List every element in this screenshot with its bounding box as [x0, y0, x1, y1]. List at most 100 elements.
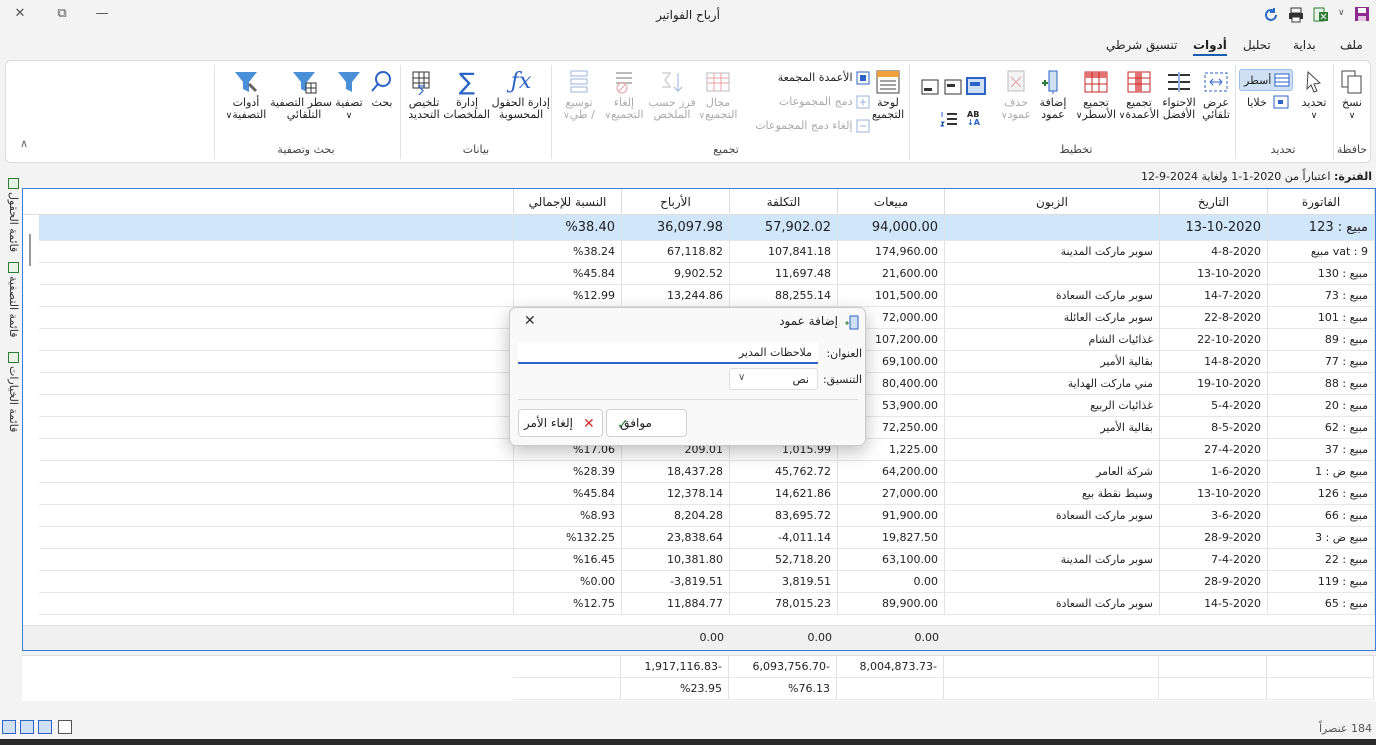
- cell-cost[interactable]: 88,255.14: [730, 285, 838, 307]
- cell-customer[interactable]: سوبر ماركت السعادة: [945, 593, 1160, 615]
- column-header-invoice[interactable]: الفاتورة: [1268, 189, 1375, 215]
- cell-date[interactable]: 13-10-2020: [1160, 483, 1268, 505]
- cell-invoice[interactable]: مبيع : 37: [1268, 439, 1375, 461]
- cell-cost[interactable]: -4,011.14: [730, 527, 838, 549]
- rows-mode-button[interactable]: أسطر: [1239, 69, 1293, 91]
- column-header-customer[interactable]: الزبون: [945, 189, 1160, 215]
- tab-file[interactable]: ملف: [1340, 38, 1363, 52]
- group-columns-button[interactable]: تجميع الأعمدة∨: [1118, 69, 1160, 122]
- cell-customer[interactable]: سوبر ماركت السعادة: [945, 505, 1160, 527]
- cancel-button[interactable]: ✕ إلغاء الأمر: [518, 409, 603, 437]
- group-rows-button[interactable]: تجميع الأسطر∨: [1075, 69, 1117, 122]
- cell-invoice[interactable]: vat : 9 مبيع: [1268, 241, 1375, 263]
- save-icon[interactable]: [1354, 6, 1370, 22]
- cell-sales[interactable]: 21,600.00: [838, 263, 945, 285]
- cell-sales[interactable]: 27,000.00: [838, 483, 945, 505]
- summarize-selection-button[interactable]: ∑ تلخيص التحديد: [404, 69, 444, 121]
- column-header-sales[interactable]: مبيعات: [838, 189, 945, 215]
- cell-sales[interactable]: 174,960.00: [838, 241, 945, 263]
- cells-mode-button[interactable]: خلايا: [1239, 93, 1293, 113]
- cell-profit[interactable]: 36,097.98: [622, 215, 730, 241]
- cell-customer[interactable]: سوبر ماركت المدينة: [945, 549, 1160, 571]
- cell-sales[interactable]: 91,900.00: [838, 505, 945, 527]
- cell-invoice[interactable]: مبيع : 101: [1268, 307, 1375, 329]
- cell-percent[interactable]: %28.39: [514, 461, 622, 483]
- cell-date[interactable]: 1-6-2020: [1160, 461, 1268, 483]
- manage-summaries-button[interactable]: ∑ إدارة الملخصات: [443, 69, 490, 121]
- layout-option-icon[interactable]: [944, 79, 962, 95]
- group-panel-button[interactable]: لوحة التجميع: [870, 69, 906, 121]
- cell-profit[interactable]: 10,381.80: [622, 549, 730, 571]
- cell-invoice[interactable]: مبيع : 62: [1268, 417, 1375, 439]
- calculated-fields-button[interactable]: ƒx إدارة الحقول المحسوبة: [492, 69, 550, 121]
- dialog-close-icon[interactable]: ✕: [524, 313, 536, 329]
- cell-percent[interactable]: %45.84: [514, 263, 622, 285]
- chevron-down-icon[interactable]: ∨: [1338, 8, 1345, 18]
- cell-invoice[interactable]: مبيع : 73: [1268, 285, 1375, 307]
- field-list-tab[interactable]: قائمة الحقول: [4, 178, 20, 262]
- cell-date[interactable]: 19-10-2020: [1160, 373, 1268, 395]
- cell-cost[interactable]: 57,902.02: [730, 215, 838, 241]
- vertical-scrollbar[interactable]: [29, 234, 31, 266]
- cell-date[interactable]: 5-4-2020: [1160, 395, 1268, 417]
- cell-cost[interactable]: 45,762.72: [730, 461, 838, 483]
- cell-invoice[interactable]: مبيع : 88: [1268, 373, 1375, 395]
- cell-customer[interactable]: [945, 263, 1160, 285]
- cell-profit[interactable]: 12,378.14: [622, 483, 730, 505]
- cell-customer[interactable]: غذائيات الربيع: [945, 395, 1160, 417]
- sort-az-icon[interactable]: AB ↓A: [967, 111, 980, 127]
- cell-percent[interactable]: %45.84: [514, 483, 622, 505]
- cell-customer[interactable]: [945, 571, 1160, 593]
- cell-sales[interactable]: 63,100.00: [838, 549, 945, 571]
- export-excel-icon[interactable]: [1312, 6, 1330, 24]
- layout-option-icon[interactable]: [966, 77, 986, 95]
- tab-tools[interactable]: أدوات: [1193, 38, 1227, 56]
- cell-invoice[interactable]: مبيع : 77: [1268, 351, 1375, 373]
- select-button[interactable]: تحديد ∨: [1297, 69, 1331, 122]
- view-mode-icon[interactable]: [38, 720, 52, 734]
- cell-profit[interactable]: 9,902.52: [622, 263, 730, 285]
- cell-sales[interactable]: 19,827.50: [838, 527, 945, 549]
- sort-by-summary-button[interactable]: فرز حسب الملخص: [648, 69, 696, 121]
- cell-customer[interactable]: غذائيات الشام: [945, 329, 1160, 351]
- auto-filter-row-button[interactable]: سطر التصفية التلقائي: [270, 69, 332, 121]
- ok-button[interactable]: ✓ موافق: [606, 409, 687, 437]
- merge-groups-button[interactable]: دمج المجموعات: [766, 95, 870, 113]
- cell-invoice[interactable]: مبيع : 65: [1268, 593, 1375, 615]
- cell-invoice[interactable]: مبيع ض : 1: [1268, 461, 1375, 483]
- cell-date[interactable]: 13-10-2020: [1160, 263, 1268, 285]
- tab-conditional-format[interactable]: تنسيق شرطي: [1106, 38, 1177, 52]
- tab-analysis[interactable]: تحليل: [1243, 38, 1271, 52]
- view-mode-icon[interactable]: [2, 720, 16, 734]
- print-icon[interactable]: [1287, 6, 1305, 24]
- view-mode-icon[interactable]: [20, 720, 34, 734]
- cell-customer[interactable]: [945, 527, 1160, 549]
- cell-percent[interactable]: %12.75: [514, 593, 622, 615]
- column-header-profit[interactable]: الأرباح: [622, 189, 730, 215]
- add-column-button[interactable]: إضافة عمود: [1034, 69, 1072, 121]
- unmerge-groups-button[interactable]: إلغاء دمج المجموعات: [746, 119, 870, 137]
- cell-percent[interactable]: %8.93: [514, 505, 622, 527]
- cell-invoice[interactable]: مبيع : 22: [1268, 549, 1375, 571]
- cell-profit[interactable]: 13,244.86: [622, 285, 730, 307]
- grouped-columns-button[interactable]: الأعمدة المجمعة: [766, 71, 870, 89]
- cell-profit[interactable]: 23,838.64: [622, 527, 730, 549]
- search-button[interactable]: بحث: [368, 69, 396, 109]
- title-input[interactable]: ملاحظات المدير: [518, 342, 818, 364]
- cell-cost[interactable]: 107,841.18: [730, 241, 838, 263]
- cell-invoice[interactable]: مبيع : 123: [1268, 215, 1375, 241]
- cell-invoice[interactable]: مبيع : 20: [1268, 395, 1375, 417]
- column-header-cost[interactable]: التكلفة: [730, 189, 838, 215]
- cell-percent[interactable]: %38.24: [514, 241, 622, 263]
- cell-customer[interactable]: سوبر ماركت السعادة: [945, 285, 1160, 307]
- delete-column-button[interactable]: حذف عمود∨: [999, 69, 1033, 122]
- view-mode-icon[interactable]: [58, 720, 72, 734]
- cell-customer[interactable]: [945, 215, 1160, 241]
- cell-sales[interactable]: 89,900.00: [838, 593, 945, 615]
- cell-cost[interactable]: 52,718.20: [730, 549, 838, 571]
- cell-date[interactable]: 4-8-2020: [1160, 241, 1268, 263]
- cell-profit[interactable]: -3,819.51: [622, 571, 730, 593]
- filter-list-tab[interactable]: قائمة التصفية: [4, 262, 20, 348]
- cell-invoice[interactable]: مبيع : 66: [1268, 505, 1375, 527]
- cell-date[interactable]: 14-8-2020: [1160, 351, 1268, 373]
